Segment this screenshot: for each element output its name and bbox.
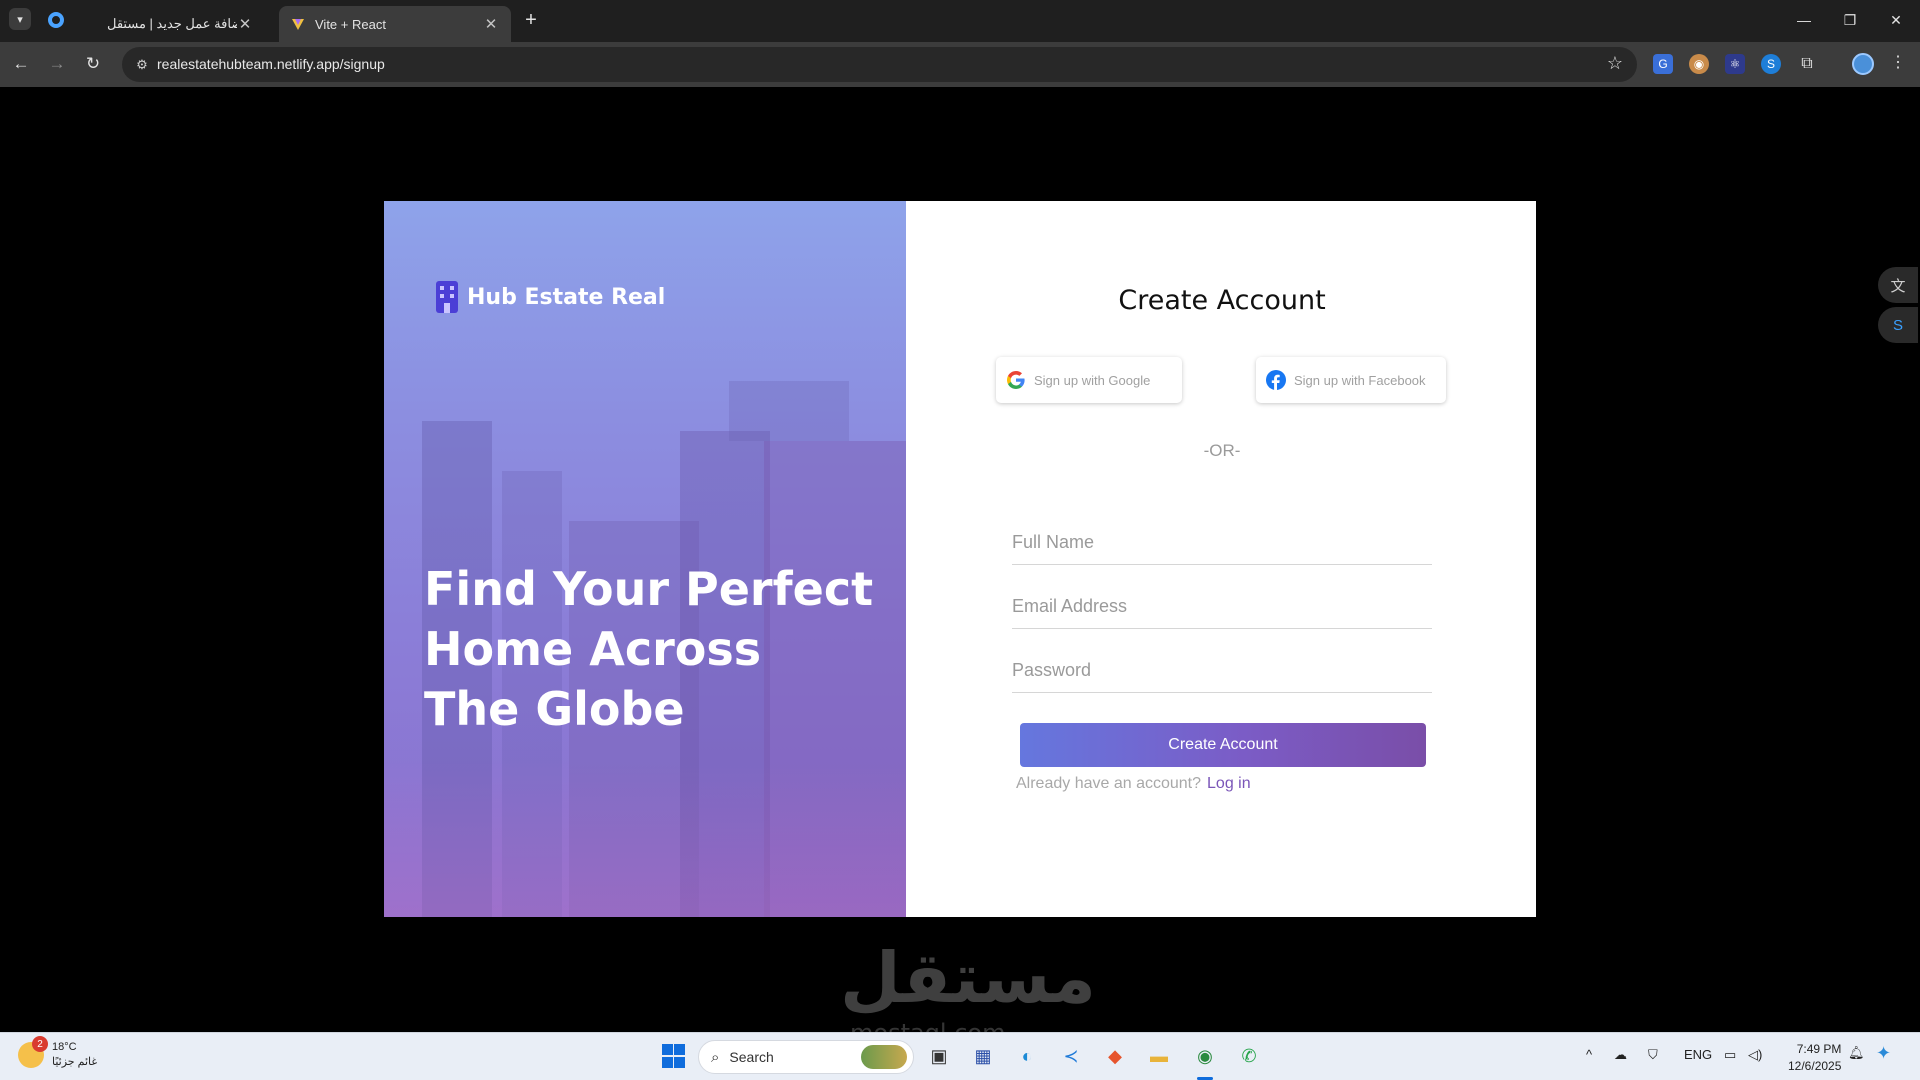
system-clock[interactable]: 7:49 PM 12/6/2025 [1788,1041,1841,1075]
extensions-puzzle-icon[interactable]: ⧉ [1797,54,1817,74]
close-window-button[interactable]: ✕ [1882,8,1910,32]
search-label: Search [729,1049,774,1065]
signup-card: Hub Estate Real Find Your Perfect Home A… [384,201,1536,917]
page-viewport: Hub Estate Real Find Your Perfect Home A… [0,87,1920,1047]
login-link[interactable]: Log in [1207,775,1251,792]
start-windows-icon[interactable] [658,1041,688,1071]
tab-vite-react[interactable]: Vite + React ✕ [279,6,511,42]
brand-logo[interactable]: Hub Estate Real [436,281,665,313]
login-prompt: Already have an account? Log in [1016,775,1251,793]
address-bar[interactable]: ⚙ realestatehubteam.netlify.app/signup ☆ [122,47,1637,82]
close-icon[interactable]: ✕ [237,15,253,33]
extension-icon[interactable]: S [1761,54,1781,74]
create-account-button[interactable]: Create Account [1020,723,1426,767]
menu-kebab-icon[interactable]: ⋮ [1890,52,1906,72]
translate-extension-icon[interactable]: G [1653,54,1673,74]
signup-form-panel: Create Account Sign up with Google Sign … [908,201,1536,917]
tab-mostaql[interactable]: إضافة عمل جديد | مستقل ✕ [95,6,265,42]
onedrive-icon[interactable]: ☁ [1614,1047,1627,1063]
vite-logo-icon [292,19,304,30]
whatsapp-icon[interactable]: ✆ [1234,1041,1264,1071]
weather-desc: غائم جزئيًا [52,1056,98,1068]
reload-button[interactable]: ↻ [80,51,106,77]
facebook-icon [1266,370,1286,390]
microsoft-store-icon[interactable]: ▦ [968,1041,998,1071]
tab-title: Vite + React [315,16,386,32]
watermark-logo: مستقل [840,937,1097,1019]
profile-avatar[interactable] [1852,53,1874,75]
extension-icon[interactable] [48,12,64,28]
chrome-icon[interactable]: ◉ [1190,1041,1220,1071]
hero-panel: Hub Estate Real Find Your Perfect Home A… [384,201,906,917]
browser-toolbar: ← → ↻ ⚙ realestatehubteam.netlify.app/si… [0,42,1920,87]
google-signup-label: Sign up with Google [1034,372,1151,388]
building-icon [436,281,458,313]
weather-temp: 18°C [52,1041,77,1053]
form-title: Create Account [1118,285,1326,316]
weather-icon: 2 [18,1036,48,1068]
or-divider: -OR- [1203,441,1241,460]
url-text: realestatehubteam.netlify.app/signup [157,56,385,72]
weather-widget[interactable]: 2 18°C غائم جزئيًا [18,1036,98,1070]
react-devtools-icon[interactable]: ⚛ [1725,54,1745,74]
site-info-icon[interactable]: ⚙ [132,55,152,75]
tab-search-button[interactable]: ▾ [9,8,31,30]
vscode-icon[interactable]: ≺ [1056,1041,1086,1071]
facebook-signup-button[interactable]: Sign up with Facebook [1256,357,1446,403]
edge-icon[interactable]: ◐ [1012,1041,1042,1071]
tab-strip: ▾ إضافة عمل جديد | مستقل ✕ Vite + React … [0,0,1920,42]
search-icon: ⌕ [711,1048,720,1066]
headline-line: The Globe [424,682,685,736]
login-prompt-text: Already have an account? [1016,775,1202,792]
browser-chrome: ▾ إضافة عمل جديد | مستقل ✕ Vite + React … [0,0,1920,87]
clock-time: 7:49 PM [1796,1042,1842,1056]
taskbar-search[interactable]: ⌕ Search [698,1040,914,1074]
brave-icon[interactable]: ◆ [1100,1041,1130,1071]
minimize-button[interactable]: — [1790,8,1818,32]
google-signup-button[interactable]: Sign up with Google [996,357,1182,403]
password-field[interactable] [1012,649,1432,693]
volume-icon[interactable]: ◁) [1748,1047,1762,1063]
translate-side-icon[interactable]: 文 [1878,267,1918,303]
language-indicator[interactable]: ENG [1684,1047,1712,1062]
notifications-bell-icon[interactable]: 🔔︎ [1848,1045,1865,1061]
network-icon[interactable]: ▭ [1724,1047,1736,1063]
assistant-side-icon[interactable]: S [1878,307,1918,343]
windows-taskbar: 2 18°C غائم جزئيًا ⌕ Search ▣ ▦ ◐ ≺ ◆ ▬ … [0,1032,1920,1080]
close-icon[interactable]: ✕ [483,15,499,33]
hero-headline: Find Your Perfect Home Across The Globe [424,559,874,739]
full-name-field[interactable] [1012,521,1432,565]
clock-date: 12/6/2025 [1788,1059,1842,1073]
google-icon [1006,370,1026,390]
file-explorer-icon[interactable]: ▬ [1144,1041,1174,1071]
new-tab-button[interactable]: + [520,9,542,31]
brand-name: Hub Estate Real [467,284,666,310]
copilot-icon[interactable]: ✦ [1876,1043,1891,1064]
headline-line: Find Your Perfect [424,562,874,616]
restore-button[interactable]: ❐ [1836,8,1864,32]
chevron-up-icon[interactable]: ^ [1586,1047,1592,1062]
back-button[interactable]: ← [8,51,34,77]
task-view-icon[interactable]: ▣ [924,1041,954,1071]
notification-badge: 2 [32,1036,48,1052]
search-highlight-image [861,1045,907,1069]
tab-title: إضافة عمل جديد | مستقل [107,16,237,31]
forward-button[interactable]: → [44,51,70,77]
facebook-signup-label: Sign up with Facebook [1294,372,1426,388]
bookmark-star-icon[interactable]: ☆ [1607,53,1623,74]
shield-icon[interactable]: ⛉ [1648,1047,1658,1063]
email-field[interactable] [1012,585,1432,629]
headline-line: Home Across [424,622,762,676]
extension-icon[interactable]: ◉ [1689,54,1709,74]
